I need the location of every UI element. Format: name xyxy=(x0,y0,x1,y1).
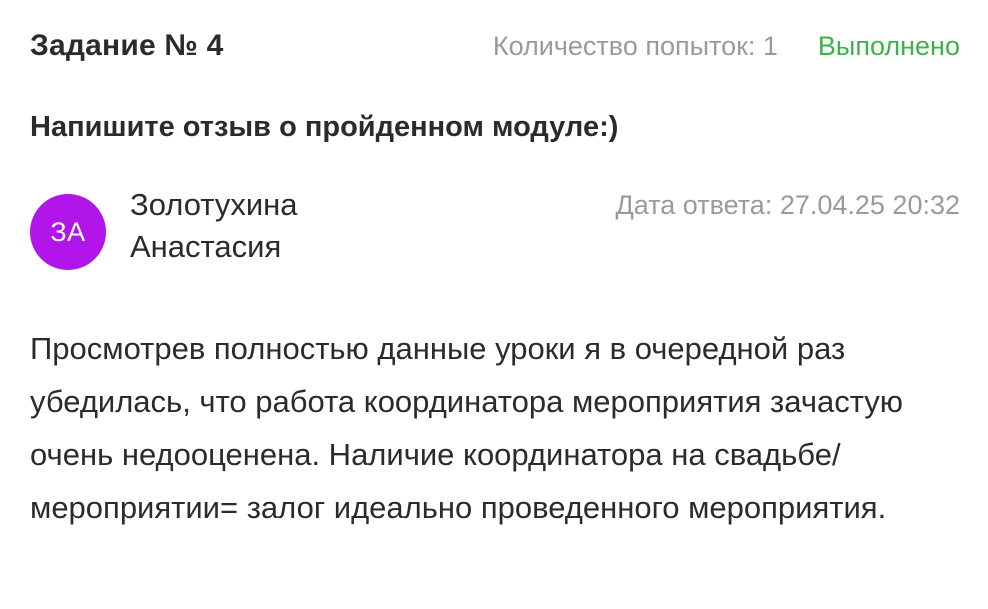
task-header: Задание № 4 Количество попыток: 1 Выполн… xyxy=(30,22,960,70)
answer-header: ЗА Золотухина Анастасия Дата ответа: 27.… xyxy=(30,182,960,282)
task-title: Задание № 4 xyxy=(30,29,224,62)
task-card: Задание № 4 Количество попыток: 1 Выполн… xyxy=(0,0,988,609)
task-question: Напишите отзыв о пройденном модуле:) xyxy=(30,111,619,143)
answer-text: Просмотрев полностью данные уроки я в оч… xyxy=(30,331,904,525)
answer-date: Дата ответа: 27.04.25 20:32 xyxy=(615,190,961,220)
author-name: Золотухина Анастасия xyxy=(130,187,298,264)
task-meta: Количество попыток: 1 Выполнено xyxy=(493,31,960,62)
avatar: ЗА xyxy=(30,194,106,270)
status-badge: Выполнено xyxy=(817,30,960,61)
attempts-count: Количество попыток: 1 xyxy=(492,30,778,61)
